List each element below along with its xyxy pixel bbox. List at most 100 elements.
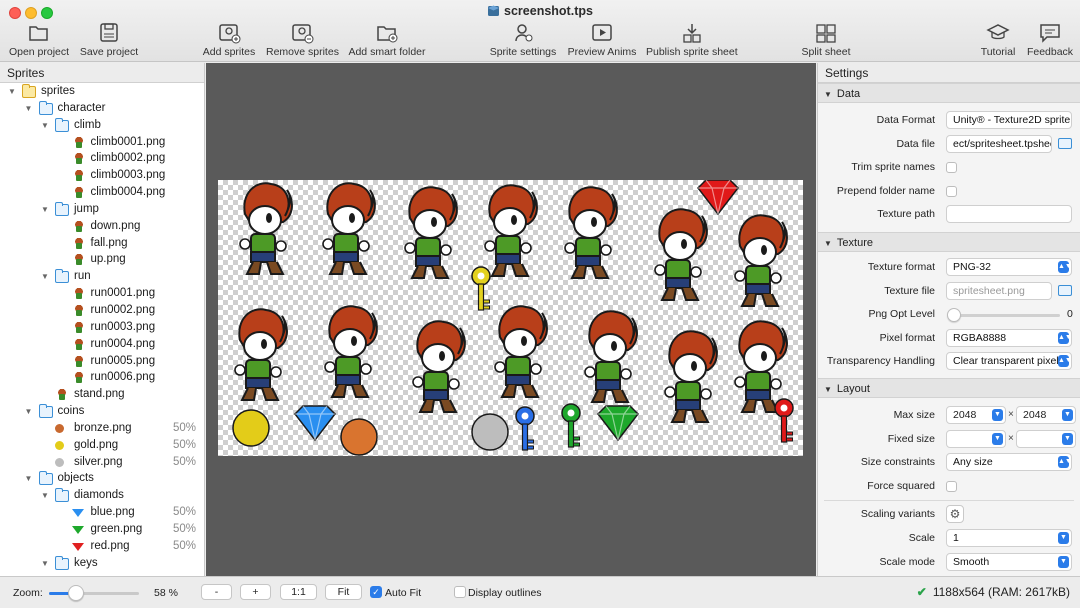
disclosure-triangle-icon[interactable]: ▼ bbox=[40, 487, 50, 504]
tree-item[interactable]: ▼ objects bbox=[0, 470, 204, 487]
tree-item[interactable]: ▼ character bbox=[0, 100, 204, 117]
data-format-field[interactable]: Unity® - Texture2D sprite bbox=[946, 111, 1072, 129]
tree-item[interactable]: gold.png 50% bbox=[0, 437, 204, 454]
tree-item[interactable]: ▼ climb bbox=[0, 117, 204, 134]
max-size-height-value: 2048 bbox=[1023, 408, 1047, 421]
disclosure-triangle-icon[interactable]: ▼ bbox=[24, 470, 34, 487]
open-project-button[interactable]: Open project bbox=[8, 22, 70, 60]
tree-item[interactable]: run0003.png bbox=[0, 319, 204, 336]
disclosure-triangle-icon[interactable]: ▼ bbox=[40, 555, 50, 572]
feedback-button[interactable]: Feedback bbox=[1026, 22, 1074, 60]
sprite-sheet-canvas[interactable] bbox=[206, 63, 816, 576]
save-project-button[interactable]: Save project bbox=[79, 22, 139, 60]
tree-item[interactable]: climb0004.png bbox=[0, 184, 204, 201]
pixel-format-select[interactable]: RGBA8888 ▲▼ bbox=[946, 328, 1072, 347]
texture-format-row: Texture format PNG-32 ▲▼ bbox=[818, 256, 1080, 280]
prepend-folder-name-checkbox[interactable] bbox=[946, 185, 957, 197]
tree-item[interactable]: fall.png bbox=[0, 235, 204, 252]
zoom-fit-button[interactable]: Fit bbox=[325, 584, 362, 600]
tree-item[interactable]: climb0003.png bbox=[0, 167, 204, 184]
folder-icon[interactable] bbox=[1058, 137, 1072, 149]
zoom-out-button[interactable]: - bbox=[201, 584, 232, 600]
publish-sprite-sheet-label: Publish sprite sheet bbox=[646, 46, 738, 58]
scale-select[interactable]: 1 ▼ bbox=[946, 528, 1072, 547]
size-constraints-label: Size constraints bbox=[860, 456, 935, 469]
chevron-updown-icon: ▲▼ bbox=[1058, 331, 1071, 344]
split-sheet-button[interactable]: Split sheet bbox=[800, 22, 852, 60]
scaling-variants-row: Scaling variants ⚙ bbox=[818, 503, 1080, 527]
png-opt-level-label: Png Opt Level bbox=[868, 308, 935, 321]
max-size-height-select[interactable]: 2048 ▼ bbox=[1016, 405, 1076, 424]
texture-format-select[interactable]: PNG-32 ▲▼ bbox=[946, 257, 1072, 276]
tree-item-label: climb0004.png bbox=[90, 186, 166, 199]
character-sprite-icon bbox=[71, 254, 86, 267]
png-opt-level-knob[interactable] bbox=[947, 308, 961, 323]
tree-item[interactable]: stand.png bbox=[0, 386, 204, 403]
tree-item[interactable]: silver.png 50% bbox=[0, 454, 204, 471]
scale-mode-select[interactable]: Smooth ▼ bbox=[946, 552, 1072, 571]
texture-path-field[interactable] bbox=[946, 205, 1072, 224]
size-constraints-select[interactable]: Any size ▲▼ bbox=[946, 453, 1072, 472]
transparency-handling-select[interactable]: Clear transparent pixels ▲▼ bbox=[946, 352, 1072, 371]
trim-sprite-names-checkbox[interactable] bbox=[946, 162, 957, 174]
tree-item[interactable]: climb0002.png bbox=[0, 150, 204, 167]
texture-section-header[interactable]: ▼ Texture bbox=[818, 231, 1080, 252]
tree-item[interactable]: green.png 50% bbox=[0, 521, 204, 538]
max-size-width-select[interactable]: 2048 ▼ bbox=[946, 405, 1006, 424]
folder-icon[interactable] bbox=[1058, 284, 1072, 296]
tree-item[interactable]: bronze.png 50% bbox=[0, 420, 204, 437]
add-sprites-button[interactable]: Add sprites bbox=[201, 22, 257, 60]
tree-item-label: up.png bbox=[90, 253, 126, 266]
tree-item[interactable]: ▼ run bbox=[0, 268, 204, 285]
zoom-slider-track[interactable] bbox=[49, 592, 139, 595]
disclosure-triangle-icon[interactable]: ▼ bbox=[24, 100, 34, 117]
disclosure-triangle-icon[interactable]: ▼ bbox=[40, 201, 50, 218]
auto-fit-checkbox[interactable]: ✓ bbox=[370, 586, 382, 598]
tree-item[interactable]: run0002.png bbox=[0, 302, 204, 319]
layout-section-header[interactable]: ▼ Layout bbox=[818, 377, 1080, 398]
tutorial-button[interactable]: Tutorial bbox=[979, 22, 1017, 60]
zoom-in-button[interactable]: + bbox=[240, 584, 271, 600]
add-sprites-label: Add sprites bbox=[202, 46, 256, 58]
play-icon bbox=[567, 22, 637, 44]
disclosure-triangle-icon[interactable]: ▼ bbox=[7, 83, 17, 100]
force-squared-checkbox[interactable] bbox=[946, 480, 957, 492]
zoom-slider-knob[interactable] bbox=[68, 585, 84, 601]
tree-item[interactable]: blue.png 50% bbox=[0, 504, 204, 521]
remove-sprites-button[interactable]: Remove sprites bbox=[266, 22, 339, 60]
data-section-header[interactable]: ▼ Data bbox=[818, 83, 1080, 103]
png-opt-level-track[interactable] bbox=[950, 314, 1060, 318]
display-outlines-checkbox[interactable] bbox=[454, 586, 466, 598]
tree-item[interactable]: run0004.png bbox=[0, 336, 204, 353]
publish-sprite-sheet-button[interactable]: Publish sprite sheet bbox=[646, 22, 738, 60]
tree-item-label: blue.png bbox=[90, 506, 135, 519]
zoom-one-to-one-button[interactable]: 1:1 bbox=[280, 584, 317, 600]
fixed-size-width-select[interactable]: ▼ bbox=[946, 429, 1006, 448]
disclosure-triangle-icon[interactable]: ▼ bbox=[24, 403, 34, 420]
tree-item[interactable]: run0005.png bbox=[0, 353, 204, 370]
disclosure-triangle-icon[interactable]: ▼ bbox=[40, 117, 50, 134]
sprite-tree[interactable]: ▼ sprites ▼ character ▼ climb climb0001.png cli… bbox=[0, 83, 204, 571]
tree-item[interactable]: ▼ diamonds bbox=[0, 487, 204, 504]
pixel-format-value: RGBA8888 bbox=[953, 331, 1007, 344]
tree-item[interactable]: run0006.png bbox=[0, 369, 204, 386]
tree-item[interactable]: ▼ sprites bbox=[0, 83, 204, 100]
tree-item[interactable]: red.png 50% bbox=[0, 538, 204, 555]
sprite-sheet-preview[interactable] bbox=[218, 180, 803, 456]
disclosure-triangle-icon[interactable]: ▼ bbox=[40, 268, 50, 285]
tree-item[interactable]: up.png bbox=[0, 251, 204, 268]
sprite-settings-button[interactable]: Sprite settings bbox=[489, 22, 557, 60]
tree-item[interactable]: climb0001.png bbox=[0, 134, 204, 151]
tree-item[interactable]: down.png bbox=[0, 218, 204, 235]
tree-item[interactable]: ▼ coins bbox=[0, 403, 204, 420]
add-smart-folder-button[interactable]: Add smart folder bbox=[348, 22, 426, 60]
texture-file-field[interactable]: spritesheet.png bbox=[946, 281, 1052, 300]
preview-anims-button[interactable]: Preview Anims bbox=[567, 22, 637, 60]
gear-icon[interactable]: ⚙ bbox=[946, 505, 964, 524]
tree-item[interactable]: ▼ keys bbox=[0, 555, 204, 572]
tree-item-label: run bbox=[74, 270, 91, 283]
tree-item[interactable]: run0001.png bbox=[0, 285, 204, 302]
data-file-field[interactable]: ect/spritesheet.tpsheet bbox=[946, 134, 1052, 153]
fixed-size-height-select[interactable]: ▼ bbox=[1016, 429, 1076, 448]
tree-item[interactable]: ▼ jump bbox=[0, 201, 204, 218]
